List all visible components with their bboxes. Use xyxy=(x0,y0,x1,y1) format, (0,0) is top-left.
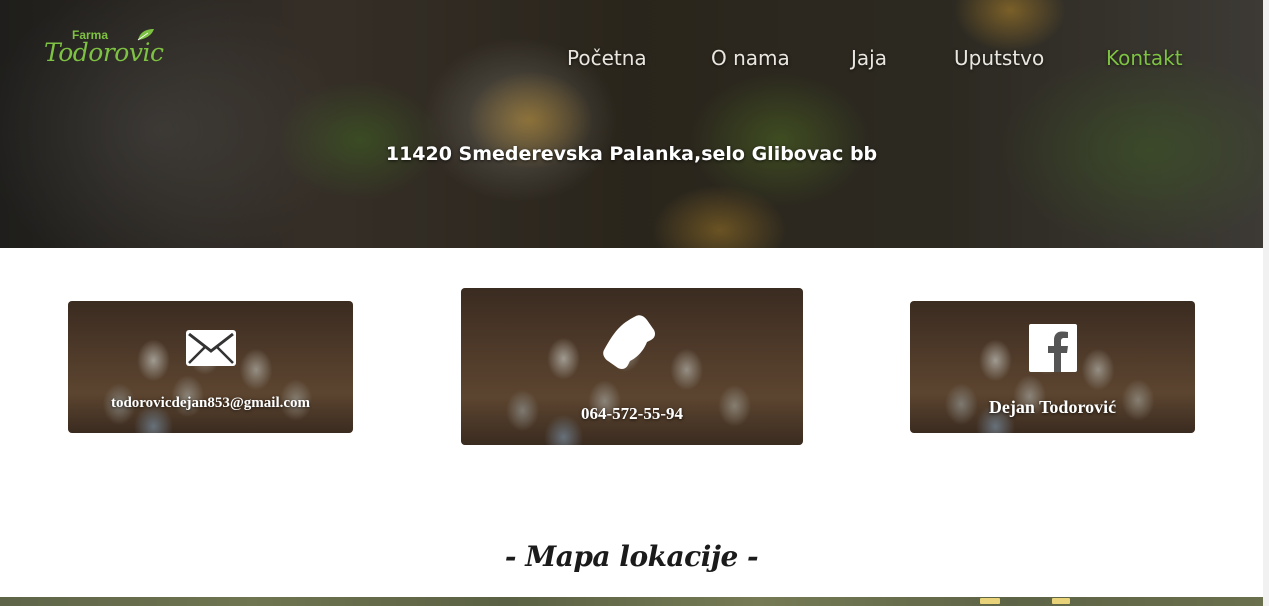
location-map[interactable] xyxy=(0,597,1263,606)
envelope-icon xyxy=(185,330,236,366)
map-road-marker xyxy=(1052,598,1070,604)
hero-address: 11420 Smederevska Palanka,selo Glibovac … xyxy=(385,143,878,165)
main-navigation: Početna O nama Jaja Uputstvo Kontakt xyxy=(0,46,1263,72)
scrollbar[interactable] xyxy=(1263,0,1269,606)
phone-card[interactable]: 064-572-55-94 xyxy=(461,288,803,445)
map-road-marker xyxy=(980,598,1000,604)
email-text: todorovicdejan853@gmail.com xyxy=(110,395,311,411)
phone-text: 064-572-55-94 xyxy=(581,404,683,423)
nav-item-o-nama[interactable]: O nama xyxy=(711,46,790,70)
hero-banner xyxy=(0,0,1263,248)
map-section-title: - Mapa lokacije - xyxy=(504,540,759,573)
facebook-card[interactable]: Dejan Todorović xyxy=(910,301,1195,433)
nav-item-uputstvo[interactable]: Uputstvo xyxy=(954,46,1044,70)
nav-item-pocetna[interactable]: Početna xyxy=(567,46,647,70)
nav-item-jaja[interactable]: Jaja xyxy=(851,46,887,70)
nav-item-kontakt[interactable]: Kontakt xyxy=(1106,46,1183,70)
phone-icon xyxy=(603,315,655,369)
facebook-text: Dejan Todorović xyxy=(988,397,1117,417)
facebook-icon xyxy=(1028,324,1077,372)
email-card[interactable]: todorovicdejan853@gmail.com xyxy=(68,301,353,433)
